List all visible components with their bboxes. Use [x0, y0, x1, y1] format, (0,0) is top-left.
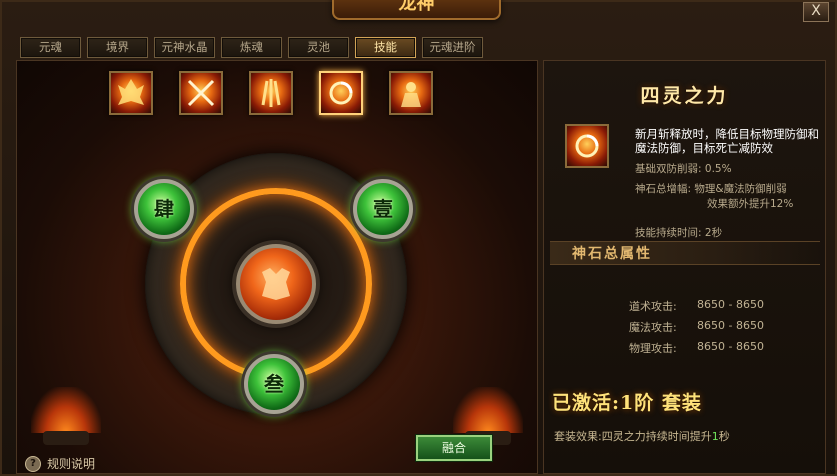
four-spirit-orb-icon — [575, 134, 599, 158]
attr-value: 8650 - 8650 — [697, 298, 764, 311]
attr-row-physical: 物理攻击: 8650 - 8650 — [629, 340, 764, 356]
duration-label: 技能持续时间: — [635, 227, 702, 239]
skill-name: 四灵之力 — [640, 85, 729, 107]
attr-row-magic: 魔法攻击: 8650 - 8650 — [629, 319, 764, 335]
skill-slot-4[interactable] — [319, 71, 363, 115]
rules-link[interactable]: ? 规则说明 — [25, 455, 95, 472]
set-effect-suffix: 秒 — [718, 430, 730, 443]
attr-row-taoist: 道术攻击: 8650 - 8650 — [629, 298, 764, 314]
duration-row: 技能持续时间: 2秒 — [635, 225, 722, 240]
skill-slot-5[interactable] — [389, 71, 433, 115]
tab-lingchi[interactable]: 灵池 — [288, 37, 349, 58]
stone-attributes-header: 神石总属性 — [550, 241, 820, 265]
set-effect-text: 套装效果:四灵之力持续时间提升1秒 — [554, 428, 730, 444]
armor-emblem-icon — [262, 268, 290, 300]
set-activated-title: 已激活:1阶 套装 — [552, 392, 702, 414]
demon-flame-icon — [118, 79, 144, 105]
selected-skill-icon — [565, 124, 609, 168]
set-effect-value: 1 — [711, 430, 719, 443]
skill-description: 新月斩释放时，降低目标物理防御和魔法防御，目标死亡减防效 — [635, 127, 819, 155]
close-button[interactable]: X — [803, 2, 829, 22]
skill-slot-1[interactable] — [109, 71, 153, 115]
left-brazier — [31, 387, 101, 445]
rules-label: 规则说明 — [47, 457, 96, 471]
crossed-blades-icon — [187, 79, 215, 107]
tab-advance[interactable]: 元魂进阶 — [422, 37, 483, 58]
window-frame: 龙神 X 元魂 境界 元神水晶 炼魂 灵池 技能 元魂进阶 肆 壹 叁 融合 ?… — [0, 0, 837, 476]
tab-lianhun[interactable]: 炼魂 — [221, 37, 282, 58]
attr-value: 8650 - 8650 — [697, 319, 764, 332]
base-weaken-value: 0.5% — [704, 163, 732, 175]
question-icon: ? — [25, 455, 41, 472]
skill-slot-3[interactable] — [249, 71, 293, 115]
socket-node-bottom[interactable]: 叁 — [244, 354, 304, 414]
four-spirit-orb-icon — [329, 81, 353, 105]
fire-claw-icon — [261, 79, 281, 107]
attr-label: 物理攻击: — [629, 342, 677, 355]
attr-label: 魔法攻击: — [629, 321, 677, 334]
bonus-value-line1: 物理&魔法防御削弱 — [694, 183, 787, 195]
tab-skills[interactable]: 技能 — [355, 37, 416, 58]
window-title: 龙神 — [332, 0, 501, 20]
skill-slot-2[interactable] — [179, 71, 223, 115]
set-effect-prefix: 套装效果:四灵之力持续时间提升 — [554, 430, 712, 443]
altar-stage: 肆 壹 叁 融合 ? 规则说明 — [16, 60, 538, 474]
detail-panel: 四灵之力 新月斩释放时，降低目标物理防御和魔法防御，目标死亡减防效 基础双防削弱… — [543, 60, 826, 474]
tab-yuanhun[interactable]: 元魂 — [20, 37, 81, 58]
tab-bar: 元魂 境界 元神水晶 炼魂 灵池 技能 元魂进阶 — [20, 37, 483, 58]
bonus-row: 神石总增幅: 物理&魔法防御削弱 — [635, 181, 787, 196]
attr-value: 8650 - 8650 — [697, 340, 764, 353]
bonus-label: 神石总增幅: — [635, 183, 692, 195]
right-brazier — [453, 387, 523, 445]
section-title: 神石总属性 — [572, 246, 652, 262]
duration-value: 2秒 — [704, 227, 723, 239]
fuse-button[interactable]: 融合 — [416, 435, 492, 461]
tab-jingjie[interactable]: 境界 — [87, 37, 148, 58]
attr-label: 道术攻击: — [629, 300, 677, 313]
flame-warrior-icon — [401, 82, 421, 107]
bonus-value-line2: 效果额外提升12% — [707, 198, 794, 210]
base-weaken-label: 基础双防削弱: — [635, 163, 702, 175]
base-weaken-row: 基础双防削弱: 0.5% — [635, 161, 732, 176]
socket-node-left[interactable]: 肆 — [134, 179, 194, 239]
socket-node-right[interactable]: 壹 — [353, 179, 413, 239]
tab-crystal[interactable]: 元神水晶 — [154, 37, 215, 58]
core-orb[interactable] — [236, 244, 316, 324]
